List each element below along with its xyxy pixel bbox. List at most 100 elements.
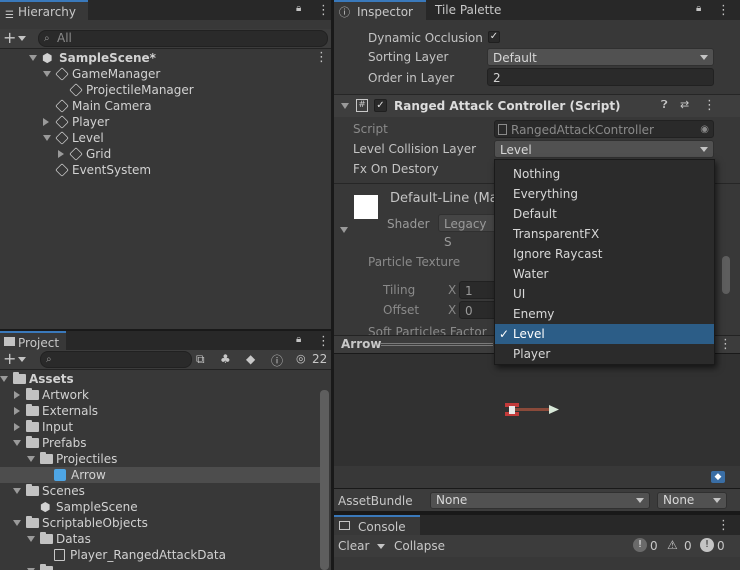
label-icon[interactable]: ◆ <box>246 352 255 366</box>
menu-item-default[interactable]: Default <box>495 204 714 224</box>
project-search-input[interactable]: ⌕ <box>40 351 192 368</box>
expand-arrow-icon[interactable] <box>27 536 35 542</box>
material-expand-icon[interactable] <box>340 227 348 233</box>
scene-menu-icon[interactable]: ⋮ <box>315 51 328 65</box>
hierarchy-item[interactable]: Level <box>0 130 331 146</box>
component-menu-icon[interactable]: ⋮ <box>703 99 716 113</box>
expand-arrow-icon[interactable] <box>0 376 8 382</box>
project-tree-item[interactable]: Input <box>0 419 320 435</box>
menu-item-ignore-raycast[interactable]: Ignore Raycast <box>495 244 714 264</box>
material-swatch[interactable] <box>354 195 378 219</box>
project-tree-item[interactable]: Scenes <box>0 483 320 499</box>
expand-arrow-icon[interactable] <box>43 71 51 77</box>
dynamic-occlusion-checkbox[interactable]: ✓ <box>488 31 500 43</box>
menu-item-transparentfx[interactable]: TransparentFX <box>495 224 714 244</box>
asset-variant-dropdown[interactable]: None <box>657 492 727 509</box>
object-picker-icon[interactable]: ◉ <box>700 121 709 139</box>
lock-icon[interactable]: 🔒︎ <box>696 3 701 14</box>
asset-label-icon[interactable]: ◆ <box>711 471 725 483</box>
console-tab[interactable]: Console <box>334 515 420 535</box>
expand-arrow-icon[interactable] <box>43 135 51 141</box>
tiling-x-input[interactable]: 1 <box>459 281 499 299</box>
project-tree-item[interactable]: Externals <box>0 403 320 419</box>
expand-arrow-icon[interactable] <box>27 456 35 462</box>
sorting-layer-dropdown[interactable]: Default <box>487 48 714 66</box>
offset-x-input[interactable]: 0 <box>459 301 499 319</box>
vertical-splitter[interactable] <box>331 0 334 570</box>
search-by-type-icon[interactable]: ⧉ <box>196 352 205 367</box>
project-tree-item[interactable]: Projectiles <box>0 451 320 467</box>
project-tree-item[interactable]: Prefabs <box>0 435 320 451</box>
lock-icon[interactable]: 🔒︎ <box>296 334 301 345</box>
collapse-button[interactable]: Collapse <box>394 539 445 553</box>
collapse-arrow-icon[interactable] <box>14 391 20 399</box>
order-in-layer-input[interactable]: 2 <box>487 68 714 86</box>
shader-dropdown[interactable]: Legacy S <box>438 214 498 249</box>
menu-item-enemy[interactable]: Enemy <box>495 304 714 324</box>
clear-button[interactable]: Clear <box>338 539 369 553</box>
hierarchy-item[interactable]: ProjectileManager <box>0 82 331 98</box>
collapse-arrow-icon[interactable] <box>58 150 64 158</box>
hierarchy-tab[interactable]: ☰ Hierarchy <box>0 0 88 21</box>
hidden-packages-icon[interactable]: ◎ <box>296 352 306 365</box>
menu-item-ui[interactable]: UI <box>495 284 714 304</box>
lock-icon[interactable]: 🔒︎ <box>296 3 301 14</box>
menu-item-everything[interactable]: Everything <box>495 184 714 204</box>
project-tree-item[interactable]: ⬢ SampleScene <box>0 499 320 515</box>
project-tree-item[interactable]: Datas <box>0 531 320 547</box>
collapse-arrow-icon[interactable] <box>14 423 20 431</box>
hierarchy-item[interactable]: Main Camera <box>0 98 331 114</box>
info-count-icon[interactable]: ! <box>633 538 647 552</box>
collapse-arrow-icon[interactable] <box>43 118 49 126</box>
filter-icon[interactable]: ♣ <box>220 352 231 366</box>
menu-item-water[interactable]: Water <box>495 264 714 284</box>
project-tree-item[interactable]: Artwork <box>0 387 320 403</box>
preview-menu-icon[interactable]: ⋮ <box>719 338 732 352</box>
hierarchy-item[interactable]: Grid <box>0 146 331 162</box>
add-icon[interactable]: + <box>3 350 16 368</box>
error-count-icon[interactable]: ! <box>700 538 714 552</box>
expand-arrow-icon[interactable] <box>13 440 21 446</box>
hierarchy-item[interactable]: EventSystem <box>0 162 331 178</box>
project-tab[interactable]: Project <box>0 331 66 351</box>
help-icon[interactable]: ❓︎ <box>661 98 668 112</box>
add-dropdown-icon[interactable] <box>18 357 26 362</box>
hierarchy-item[interactable]: Player <box>0 114 331 130</box>
inspector-menu-icon[interactable]: ⋮ <box>717 4 730 18</box>
expand-arrow-icon[interactable] <box>13 488 21 494</box>
menu-item-player[interactable]: Player <box>495 344 714 364</box>
collapse-arrow-icon[interactable] <box>14 407 20 415</box>
hierarchy-menu-icon[interactable]: ⋮ <box>317 4 330 18</box>
project-tree-item[interactable]: ScriptableObjects <box>0 515 320 531</box>
project-tree-item-partial[interactable] <box>0 563 320 570</box>
preview-drag-handle[interactable] <box>381 343 493 346</box>
add-dropdown-icon[interactable] <box>18 36 26 41</box>
tab-tile-palette[interactable]: Tile Palette <box>426 0 740 20</box>
project-menu-icon[interactable]: ⋮ <box>317 335 330 349</box>
menu-item-level[interactable]: ✓ Level <box>495 324 714 344</box>
project-tree-item[interactable]: Assets <box>0 371 320 387</box>
expand-arrow-icon[interactable] <box>13 520 21 526</box>
level-collision-dropdown[interactable]: Level <box>494 140 714 158</box>
preset-icon[interactable]: ⇄ <box>680 98 689 111</box>
tab-inspector[interactable]: ⓘ Inspector <box>334 0 426 20</box>
horizontal-splitter[interactable] <box>0 329 331 331</box>
expand-arrow-icon[interactable] <box>29 55 37 61</box>
scene-row[interactable]: ⬢ SampleScene* ⋮ <box>0 50 331 66</box>
console-menu-icon[interactable]: ⋮ <box>717 519 730 533</box>
menu-item-nothing[interactable]: Nothing <box>495 164 714 184</box>
add-icon[interactable]: + <box>3 29 16 47</box>
inspector-scrollbar[interactable] <box>722 256 730 294</box>
hierarchy-search-input[interactable]: ⌕ All <box>38 30 328 47</box>
component-header[interactable]: # ✓ Ranged Attack Controller (Script) ❓︎… <box>334 95 740 117</box>
hierarchy-item[interactable]: GameManager <box>0 66 331 82</box>
warning-count-icon[interactable]: ⚠ <box>667 538 678 552</box>
asset-bundle-dropdown[interactable]: None <box>430 492 650 509</box>
project-tree-item[interactable]: Player_RangedAttackData <box>0 547 320 563</box>
expand-arrow-icon[interactable] <box>341 103 349 109</box>
project-tree-item-selected[interactable]: Arrow <box>0 467 320 483</box>
warning-filter-icon[interactable]: ⓘ <box>271 352 283 369</box>
component-enable-checkbox[interactable]: ✓ <box>374 99 387 112</box>
clear-options-arrow-icon[interactable] <box>377 544 385 549</box>
project-scrollbar[interactable] <box>320 390 329 570</box>
